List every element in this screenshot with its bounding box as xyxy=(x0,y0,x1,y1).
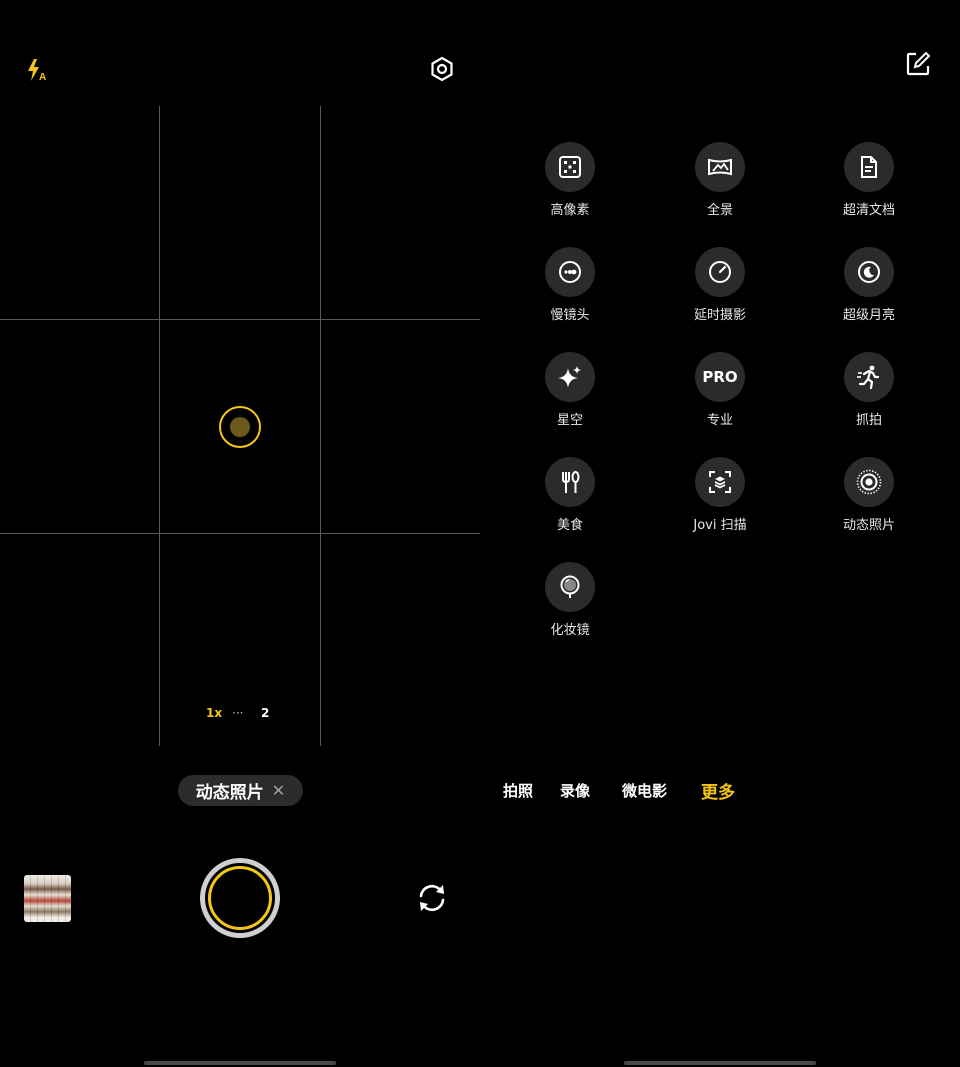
tab-micro-movie[interactable]: 微电影 xyxy=(622,780,667,801)
home-indicator[interactable] xyxy=(624,1061,816,1065)
mode-icon-bg xyxy=(545,457,595,507)
mode-jovi-scan[interactable]: Jovi 扫描 xyxy=(665,457,775,533)
mode-icon-bg xyxy=(844,352,894,402)
live-photo-icon xyxy=(856,469,882,495)
mirror-icon xyxy=(560,575,580,598)
switch-camera-button[interactable] xyxy=(414,880,450,916)
tab-video[interactable]: 录像 xyxy=(560,780,590,801)
shutter-ring xyxy=(205,863,275,933)
svg-text:A: A xyxy=(39,72,46,83)
flash-auto-icon: A xyxy=(28,59,46,83)
mode-starry-sky[interactable]: 星空 xyxy=(515,352,625,428)
shutter-core xyxy=(208,866,272,930)
timelapse-icon xyxy=(709,261,731,283)
mode-high-pixel[interactable]: 高像素 xyxy=(515,142,625,218)
settings-button[interactable] xyxy=(428,55,456,83)
slow-motion-icon xyxy=(559,261,581,283)
high-pixel-icon xyxy=(559,156,581,178)
mode-food[interactable]: 美食 xyxy=(515,457,625,533)
mode-icon-bg xyxy=(545,562,595,612)
switch-camera-icon xyxy=(419,884,445,912)
mode-label: 超清文档 xyxy=(842,203,895,218)
moon-icon xyxy=(858,261,880,283)
mode-pro[interactable]: PRO 专业 xyxy=(665,352,775,428)
mode-icon-bg: PRO xyxy=(695,352,745,402)
fork-knife-icon xyxy=(562,471,580,493)
shutter-button[interactable] xyxy=(200,858,280,938)
mode-icon-bg xyxy=(695,457,745,507)
mode-document[interactable]: 超清文档 xyxy=(814,142,924,218)
sparkle-icon xyxy=(558,366,581,388)
mode-label: 超级月亮 xyxy=(842,308,895,323)
tab-photo[interactable]: 拍照 xyxy=(503,780,533,801)
pro-icon: PRO xyxy=(702,368,738,386)
document-icon xyxy=(861,156,877,178)
grid-line xyxy=(320,106,321,746)
mode-label: 慢镜头 xyxy=(550,308,590,323)
mode-panorama[interactable]: 全景 xyxy=(665,142,775,218)
mode-icon-bg xyxy=(695,247,745,297)
grid-line xyxy=(0,533,480,534)
mode-icon-bg xyxy=(844,457,894,507)
active-mode-label: 动态照片 xyxy=(195,783,264,803)
close-icon[interactable]: ✕ xyxy=(272,781,285,800)
grid-line xyxy=(0,319,480,320)
mode-label: 美食 xyxy=(556,518,583,533)
gear-icon xyxy=(431,56,453,82)
mode-label: 专业 xyxy=(706,413,733,428)
mode-label: 动态照片 xyxy=(842,518,895,533)
mode-super-moon[interactable]: 超级月亮 xyxy=(814,247,924,323)
mode-timelapse[interactable]: 延时摄影 xyxy=(665,247,775,323)
edit-modes-button[interactable] xyxy=(904,50,932,78)
mode-label: 全景 xyxy=(706,203,733,218)
mode-icon-bg xyxy=(844,142,894,192)
zoom-2x-button[interactable]: 2 xyxy=(261,706,269,720)
mode-icon-bg xyxy=(545,352,595,402)
mode-live-photo[interactable]: 动态照片 xyxy=(814,457,924,533)
mode-slow-motion[interactable]: 慢镜头 xyxy=(515,247,625,323)
mode-label: 延时摄影 xyxy=(693,308,746,323)
focus-indicator xyxy=(219,406,261,448)
runner-icon xyxy=(857,365,880,390)
flash-auto-button[interactable]: A xyxy=(24,56,52,84)
mode-label: 抓拍 xyxy=(855,413,882,428)
active-mode-chip[interactable]: 动态照片 ✕ xyxy=(178,775,303,806)
zoom-1x-button[interactable]: 1x xyxy=(206,706,222,720)
panorama-icon xyxy=(708,158,732,176)
mode-snapshot[interactable]: 抓拍 xyxy=(814,352,924,428)
edit-icon xyxy=(906,51,931,76)
mode-label: 星空 xyxy=(556,413,583,428)
grid-line xyxy=(159,106,160,746)
mode-icon-bg xyxy=(844,247,894,297)
scan-icon xyxy=(709,471,731,493)
tab-more[interactable]: 更多 xyxy=(701,778,735,803)
mode-icon-bg xyxy=(545,142,595,192)
focus-dot xyxy=(230,417,250,437)
zoom-dots: ··· xyxy=(232,706,244,720)
mode-icon-bg xyxy=(695,142,745,192)
gallery-thumbnail[interactable] xyxy=(24,875,71,922)
mode-label: 高像素 xyxy=(550,203,590,218)
mode-makeup-mirror[interactable]: 化妆镜 xyxy=(515,562,625,638)
mode-label: Jovi 扫描 xyxy=(693,518,747,533)
mode-label: 化妆镜 xyxy=(550,623,590,638)
home-indicator[interactable] xyxy=(144,1061,336,1065)
mode-icon-bg xyxy=(545,247,595,297)
